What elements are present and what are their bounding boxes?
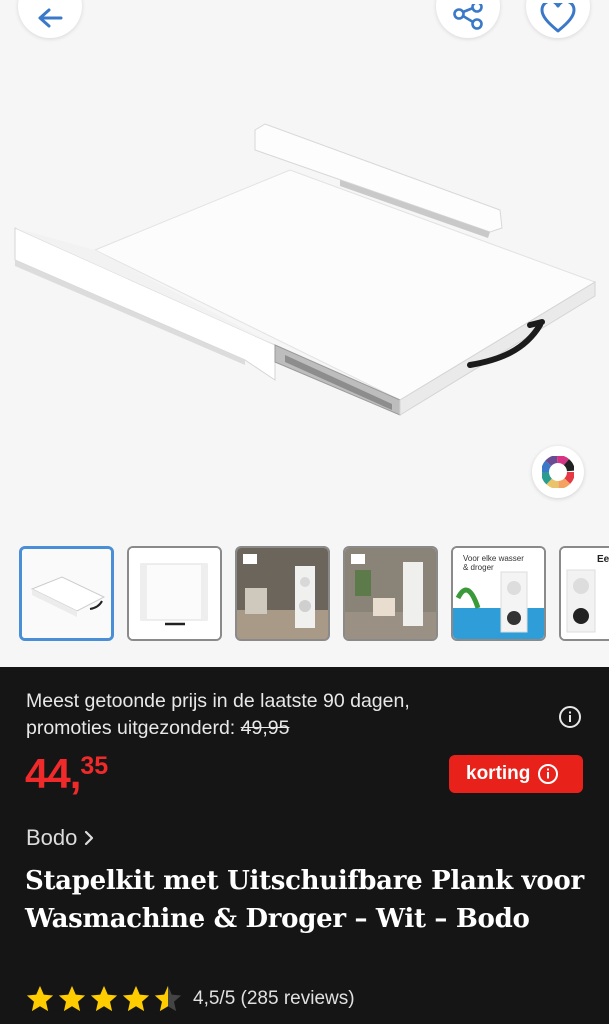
- product-gallery: Voor elke wasser & droger Een: [0, 0, 609, 667]
- korting-badge[interactable]: korting: [449, 755, 583, 793]
- back-arrow-icon: [38, 8, 63, 28]
- brand-link[interactable]: Bodo: [26, 825, 95, 851]
- star-icon: [122, 985, 150, 1012]
- rating-text: 4,5/5 (285 reviews): [193, 988, 355, 1009]
- thumb-product-front[interactable]: [19, 546, 114, 641]
- thumb-lifestyle-laundry-room-2[interactable]: [343, 546, 438, 641]
- thumb-infographic-partial[interactable]: Een: [559, 546, 609, 641]
- product-info-panel: Meest getoonde prijs in de laatste 90 da…: [0, 667, 609, 1024]
- star-rating: [25, 984, 183, 1014]
- thumb-infographic-every-washer[interactable]: Voor elke wasser & droger: [451, 546, 546, 641]
- product-main-image[interactable]: [0, 110, 609, 440]
- chevron-right-icon: [85, 830, 94, 846]
- color-options-button[interactable]: [532, 446, 584, 498]
- rating-summary[interactable]: 4,5/5 (285 reviews): [25, 984, 355, 1014]
- back-button[interactable]: [18, 0, 82, 38]
- share-icon: [453, 4, 483, 30]
- share-button[interactable]: [436, 0, 500, 38]
- brand-name: Bodo: [26, 825, 78, 850]
- info-icon: [538, 764, 559, 784]
- old-price: 49,95: [240, 717, 290, 739]
- current-price: 44,35: [25, 750, 108, 798]
- lowest-price-note: Meest getoonde prijs in de laatste 90 da…: [26, 688, 526, 742]
- star-half-icon: [154, 985, 182, 1012]
- korting-label: korting: [466, 763, 531, 784]
- star-icon: [90, 985, 118, 1012]
- lowest-price-note-line2: promoties uitgezonderd:: [26, 717, 241, 739]
- star-icon: [58, 985, 86, 1012]
- thumbnail-strip[interactable]: Voor elke wasser & droger Een: [19, 546, 609, 642]
- svg-text:& droger: & droger: [463, 563, 494, 572]
- svg-text:Een: Een: [597, 554, 609, 565]
- price-main: 44,: [25, 750, 81, 797]
- svg-text:Voor elke wasser: Voor elke wasser: [463, 554, 524, 563]
- star-icon: [26, 985, 54, 1012]
- color-wheel-icon: [542, 456, 574, 488]
- heart-icon: [540, 3, 576, 33]
- info-icon[interactable]: [558, 705, 582, 729]
- thumb-product-top[interactable]: [127, 546, 222, 641]
- product-title: Stapelkit met Uitschuifbare Plank voor W…: [25, 866, 584, 934]
- price-cents: 35: [80, 752, 109, 780]
- thumb-lifestyle-laundry-room-1[interactable]: [235, 546, 330, 641]
- favorite-button[interactable]: [526, 0, 590, 38]
- lowest-price-note-line1: Meest getoonde prijs in de laatste 90 da…: [26, 690, 410, 712]
